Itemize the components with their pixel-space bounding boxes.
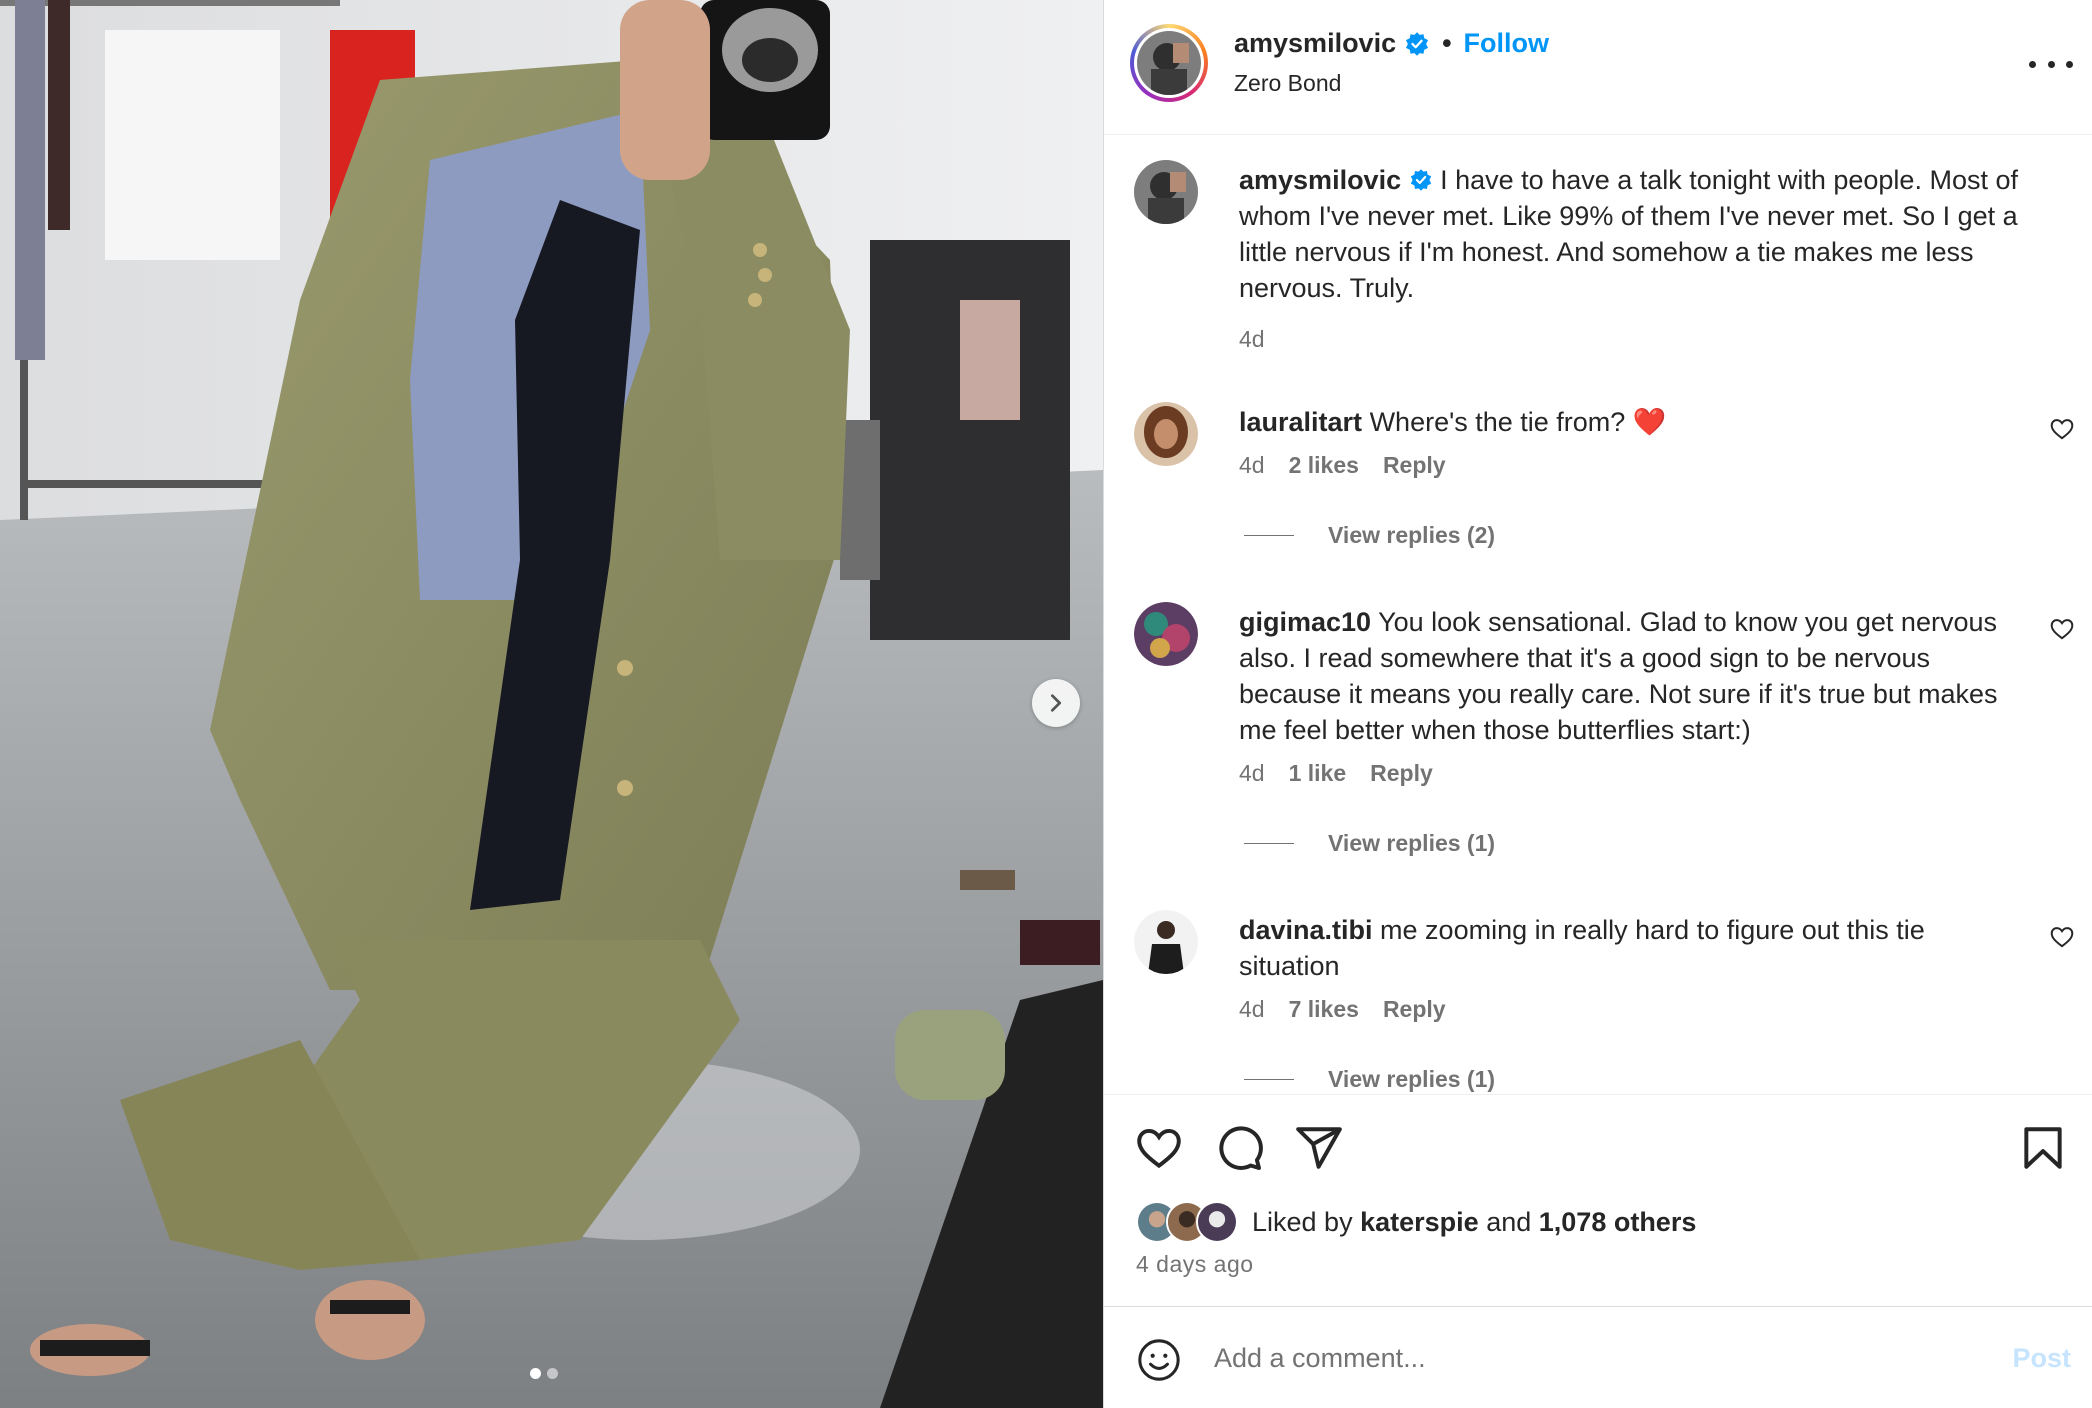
post-dialog: amysmilovic • Follow Zero Bond amysmilov… bbox=[0, 0, 2092, 1408]
comment-like-icon[interactable] bbox=[2049, 616, 2075, 642]
liked-by: Liked by katerspie and 1,078 others bbox=[1136, 1201, 1696, 1243]
follow-button[interactable]: Follow bbox=[1464, 28, 1549, 59]
view-replies-label: View replies (1) bbox=[1328, 830, 1496, 856]
verified-badge-icon bbox=[1406, 31, 1429, 56]
share-icon[interactable] bbox=[1294, 1123, 1344, 1173]
post-comment-button[interactable]: Post bbox=[2012, 1343, 2071, 1374]
reply-button[interactable]: Reply bbox=[1383, 452, 1446, 479]
comment-text-block: davina.tibi me zooming in really hard to… bbox=[1239, 912, 2029, 984]
reply-button[interactable]: Reply bbox=[1383, 996, 1446, 1023]
comment-like-icon[interactable] bbox=[2049, 924, 2075, 950]
comment-meta: 4d 2 likes Reply bbox=[1239, 452, 1446, 479]
comments-list[interactable]: amysmilovic I have to have a talk tonigh… bbox=[1104, 136, 2092, 1094]
reply-button[interactable]: Reply bbox=[1370, 760, 1433, 787]
caption-meta: 4d bbox=[1239, 326, 1265, 353]
save-icon[interactable] bbox=[2018, 1123, 2068, 1173]
like-icon[interactable] bbox=[1134, 1123, 1184, 1173]
comment-username[interactable]: gigimac10 bbox=[1239, 607, 1371, 637]
comment-likes[interactable]: 1 like bbox=[1289, 760, 1347, 787]
carousel-dot-1 bbox=[530, 1368, 541, 1379]
comment-meta: 4d 7 likes Reply bbox=[1239, 996, 1446, 1023]
author-line: amysmilovic • Follow bbox=[1234, 28, 1549, 59]
post-media[interactable] bbox=[0, 0, 1103, 1408]
more-options-icon[interactable] bbox=[2029, 48, 2073, 80]
post-timestamp[interactable]: 4 days ago bbox=[1136, 1251, 1254, 1278]
comment-time[interactable]: 4d bbox=[1239, 996, 1265, 1023]
author-username[interactable]: amysmilovic bbox=[1234, 28, 1396, 59]
commenter-avatar[interactable] bbox=[1134, 402, 1198, 466]
carousel-indicator bbox=[530, 1368, 558, 1379]
view-replies-button[interactable]: View replies (1) bbox=[1244, 830, 1495, 857]
view-replies-button[interactable]: View replies (1) bbox=[1244, 1066, 1495, 1093]
comment-composer: Post bbox=[1104, 1306, 2092, 1408]
comment-username[interactable]: lauralitart bbox=[1239, 407, 1362, 437]
comment-likes[interactable]: 7 likes bbox=[1289, 996, 1359, 1023]
view-replies-button[interactable]: View replies (2) bbox=[1244, 522, 1495, 549]
liked-by-user[interactable]: katerspie bbox=[1360, 1207, 1479, 1238]
liked-by-prefix: Liked by bbox=[1252, 1206, 1353, 1237]
caption-time[interactable]: 4d bbox=[1239, 326, 1265, 353]
commenter-avatar[interactable] bbox=[1134, 910, 1198, 974]
likes-count[interactable]: 1,078 others bbox=[1539, 1207, 1697, 1238]
comment-text: Where's the tie from? ❤️ bbox=[1369, 407, 1667, 437]
comment-like-icon[interactable] bbox=[2049, 416, 2075, 442]
view-replies-label: View replies (2) bbox=[1328, 522, 1496, 548]
comment-text-block: gigimac10 You look sensational. Glad to … bbox=[1239, 604, 2029, 748]
commenter-avatar[interactable] bbox=[1134, 602, 1198, 666]
chevron-right-icon bbox=[1050, 694, 1062, 712]
comment-text-block: lauralitart Where's the tie from? ❤️ bbox=[1239, 404, 2029, 440]
next-slide-button[interactable] bbox=[1032, 679, 1080, 727]
liker-avatars bbox=[1136, 1201, 1244, 1243]
caption-username[interactable]: amysmilovic bbox=[1239, 165, 1401, 195]
caption-author-avatar-image bbox=[1134, 160, 1198, 224]
comment-username[interactable]: davina.tibi bbox=[1239, 915, 1373, 945]
post-location[interactable]: Zero Bond bbox=[1234, 70, 1341, 97]
comment-time[interactable]: 4d bbox=[1239, 760, 1265, 787]
view-replies-label: View replies (1) bbox=[1328, 1066, 1496, 1092]
post-photo bbox=[0, 0, 1103, 1408]
verified-badge-icon bbox=[1410, 169, 1431, 191]
caption-author-avatar[interactable] bbox=[1134, 157, 1198, 227]
post-actions: Liked by katerspie and 1,078 others 4 da… bbox=[1104, 1094, 2092, 1306]
author-avatar[interactable] bbox=[1130, 24, 1208, 102]
carousel-dot-2 bbox=[547, 1368, 558, 1379]
comment-meta: 4d 1 like Reply bbox=[1239, 760, 1433, 787]
separator-dot: • bbox=[1442, 28, 1452, 58]
emoji-icon[interactable] bbox=[1136, 1337, 1182, 1383]
author-avatar-image bbox=[1137, 31, 1201, 95]
comment-time[interactable]: 4d bbox=[1239, 452, 1265, 479]
comment-likes[interactable]: 2 likes bbox=[1289, 452, 1359, 479]
liked-by-conjunction: and bbox=[1486, 1206, 1532, 1237]
comment-icon[interactable] bbox=[1214, 1123, 1264, 1173]
post-side-panel: amysmilovic • Follow Zero Bond amysmilov… bbox=[1103, 0, 2092, 1408]
post-header: amysmilovic • Follow Zero Bond bbox=[1104, 0, 2092, 135]
comment-input[interactable] bbox=[1214, 1329, 1954, 1387]
caption-text-block: amysmilovic I have to have a talk tonigh… bbox=[1239, 162, 2029, 306]
liker-avatar bbox=[1196, 1201, 1238, 1243]
